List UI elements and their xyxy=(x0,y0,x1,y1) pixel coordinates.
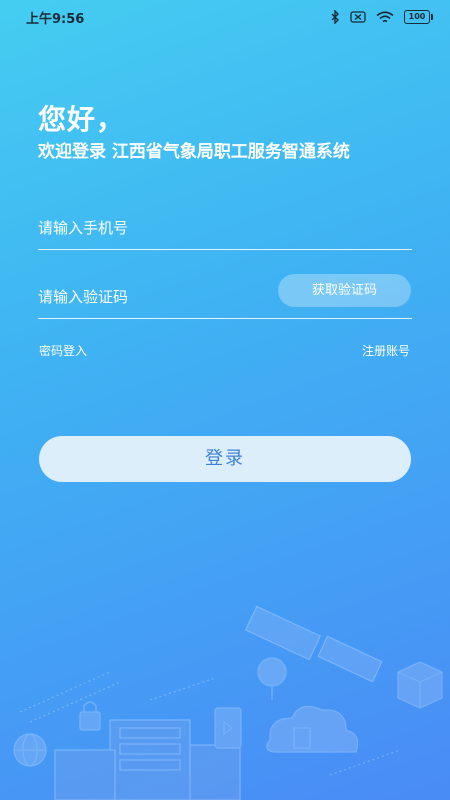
login-button[interactable]: 登录 xyxy=(39,436,411,482)
tablet-icon xyxy=(214,707,242,749)
password-login-link[interactable]: 密码登入 xyxy=(39,342,87,359)
wifi-icon xyxy=(376,10,394,24)
satellite-icon xyxy=(244,605,383,700)
no-sim-icon xyxy=(350,11,366,23)
status-bar: 上午9:56 100 xyxy=(0,0,450,34)
cloud-icon xyxy=(266,705,359,753)
greeting-title: 您好， xyxy=(38,103,126,136)
background-illustration xyxy=(13,605,443,800)
globe-icon xyxy=(13,733,47,767)
register-link[interactable]: 注册账号 xyxy=(362,342,410,359)
status-time: 上午9:56 xyxy=(26,11,85,27)
welcome-text: 欢迎登录 江西省气象局职工服务智通系统 xyxy=(38,142,350,162)
box-icon xyxy=(397,661,443,709)
lock-icon xyxy=(79,701,101,731)
phone-input[interactable] xyxy=(38,215,258,241)
verification-code-input[interactable] xyxy=(38,284,258,310)
battery-icon: 100 xyxy=(404,10,433,24)
bluetooth-icon xyxy=(330,10,340,24)
get-code-button[interactable]: 获取验证码 xyxy=(278,274,411,307)
phone-field xyxy=(38,209,412,250)
server-rack-icon xyxy=(54,719,241,800)
status-icons: 100 xyxy=(330,10,433,24)
